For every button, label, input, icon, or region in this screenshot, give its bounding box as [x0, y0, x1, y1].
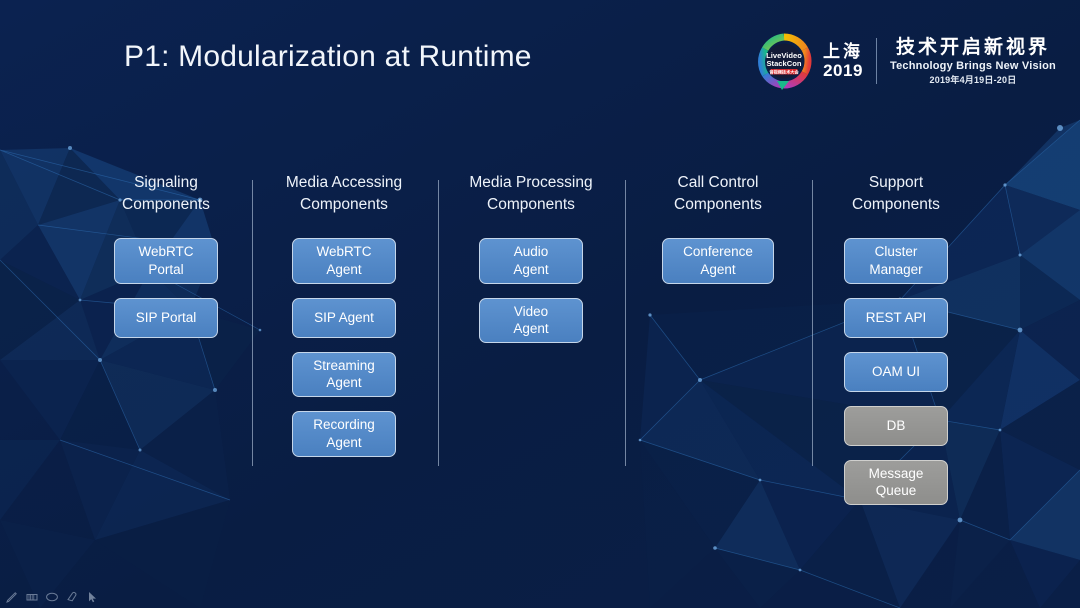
slide-title: P1: Modularization at Runtime	[124, 40, 532, 73]
logo-city: 上海	[823, 41, 863, 61]
svg-text:StackCon: StackCon	[766, 59, 801, 68]
logo-year: 2019	[823, 60, 863, 80]
column-divider-2	[438, 180, 439, 466]
column-boxes: WebRTC Agent SIP Agent Streaming Agent R…	[266, 238, 422, 471]
livevideostackcon-logo-icon: LiveVideo StackCon 音视频技术大会	[755, 32, 813, 90]
column-call-control-components: Call Control Components Conference Agent	[640, 172, 796, 298]
presentation-slide: P1: Modularization at Runtime LiveVideo …	[0, 0, 1080, 608]
component-box-message-queue[interactable]: Message Queue	[844, 459, 948, 506]
component-box-cluster-manager[interactable]: Cluster Manager	[844, 238, 948, 284]
component-box-sip-agent[interactable]: SIP Agent	[292, 297, 396, 338]
logo-date: 2019年4月19日-20日	[929, 75, 1017, 86]
column-divider-3	[625, 180, 626, 466]
component-box-webrtc-portal[interactable]: WebRTC Portal	[114, 238, 218, 284]
column-media-processing-components: Media Processing Components Audio Agent …	[453, 172, 609, 357]
column-title: Call Control Components	[674, 174, 762, 213]
logo-tagline: 技术开启新视界 Technology Brings New Vision 201…	[890, 37, 1056, 86]
column-divider-4	[812, 180, 813, 466]
cursor-arrow-icon[interactable]	[84, 589, 99, 604]
column-divider-1	[252, 180, 253, 466]
component-box-conference-agent[interactable]: Conference Agent	[662, 238, 774, 284]
column-title: Media Accessing Components	[285, 174, 403, 213]
logo-separator	[876, 38, 877, 84]
column-boxes: Audio Agent Video Agent	[453, 238, 609, 357]
component-box-video-agent[interactable]: Video Agent	[479, 297, 583, 344]
svg-text:音视频技术大会: 音视频技术大会	[769, 68, 799, 75]
column-media-accessing-components: Media Accessing Components WebRTC Agent …	[266, 172, 422, 471]
component-box-webrtc-agent[interactable]: WebRTC Agent	[292, 238, 396, 284]
annotation-toolbar[interactable]	[4, 589, 99, 604]
column-title: Support Components	[852, 174, 940, 213]
component-box-audio-agent[interactable]: Audio Agent	[479, 238, 583, 284]
highlighter-icon[interactable]	[24, 589, 39, 604]
logo-tagline-en: Technology Brings New Vision	[890, 60, 1056, 73]
column-boxes: WebRTC Portal SIP Portal	[88, 238, 244, 352]
component-box-sip-portal[interactable]: SIP Portal	[114, 297, 218, 338]
logo-city-year: 上海 2019	[823, 41, 863, 80]
conference-logo: LiveVideo StackCon 音视频技术大会 上海 2019 技术开启新…	[755, 28, 1056, 94]
component-box-rest-api[interactable]: REST API	[844, 297, 948, 338]
column-boxes: Cluster Manager REST API OAM UI DB Messa…	[818, 238, 974, 519]
pen-icon[interactable]	[4, 589, 19, 604]
ellipse-icon[interactable]	[44, 589, 59, 604]
component-box-recording-agent[interactable]: Recording Agent	[292, 411, 396, 457]
component-box-oam-ui[interactable]: OAM UI	[844, 351, 948, 392]
column-title: Media Processing Components	[469, 174, 593, 213]
column-boxes: Conference Agent	[640, 238, 796, 298]
eraser-icon[interactable]	[64, 589, 79, 604]
logo-tagline-cn: 技术开启新视界	[895, 36, 1050, 58]
column-title: Signaling Components	[122, 174, 210, 213]
component-box-db[interactable]: DB	[844, 405, 948, 446]
component-box-streaming-agent[interactable]: Streaming Agent	[292, 351, 396, 398]
column-signaling-components: Signaling Components WebRTC Portal SIP P…	[88, 172, 244, 352]
column-support-components: Support Components Cluster Manager REST …	[818, 172, 974, 519]
